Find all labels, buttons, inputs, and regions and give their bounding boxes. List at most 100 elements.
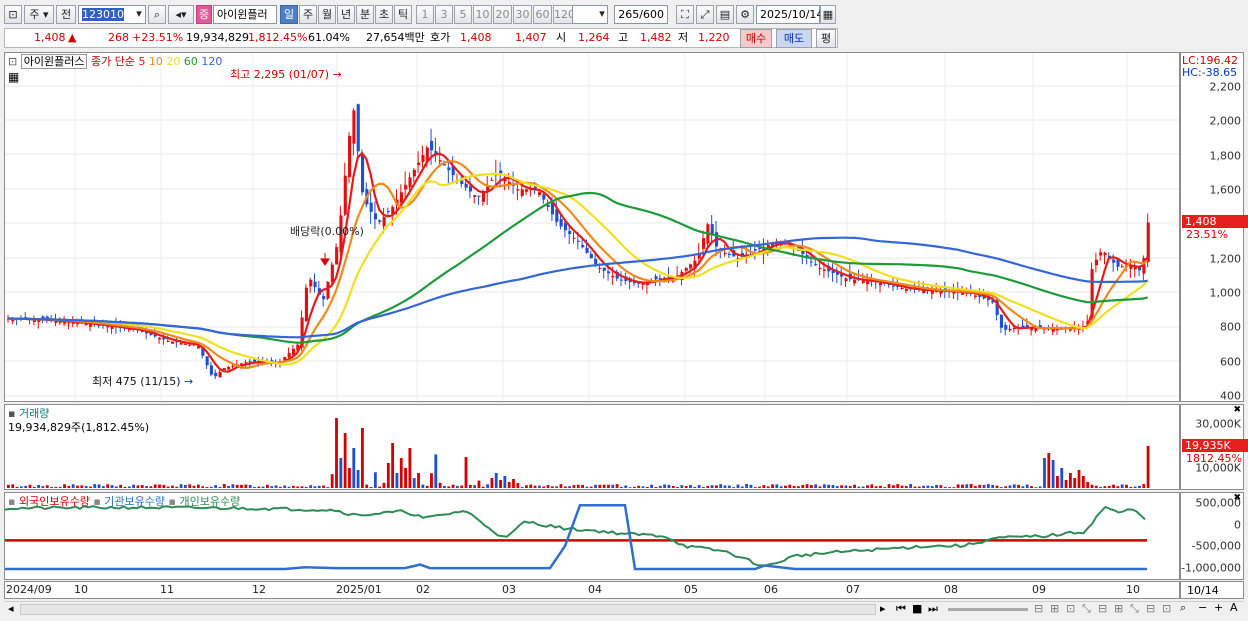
view-icon-8[interactable]: ⊟ (1146, 602, 1155, 615)
y-tick-label: 1,800 (1209, 149, 1242, 163)
volume-bar (50, 486, 53, 488)
price-chart-svg[interactable] (5, 53, 1179, 401)
candle-body (183, 343, 188, 345)
gear-icon[interactable]: ⚙ (736, 5, 754, 24)
x-axis-label: 10 (74, 583, 88, 596)
sell-button[interactable]: 매도 (776, 29, 812, 48)
interval-tab-60[interactable]: 60 (533, 5, 552, 24)
prev-button[interactable]: 전 (56, 5, 76, 24)
candle-body (348, 135, 352, 178)
period-tab-6[interactable]: 초 (375, 5, 393, 24)
interval-tab-20[interactable]: 20 (493, 5, 512, 24)
chart-menu-icon[interactable]: ⊡ (8, 55, 17, 68)
volume-bar (969, 484, 973, 488)
grid-toggle-icon[interactable]: ▦ (8, 70, 19, 84)
stop-icon[interactable]: ■ (912, 602, 922, 615)
price-chart-panel[interactable] (4, 52, 1180, 402)
interval-tab-5[interactable]: 5 (454, 5, 472, 24)
zoom-icon[interactable]: ⌕ (1180, 601, 1186, 615)
buy-button[interactable]: 매수 (740, 29, 772, 48)
save-icon[interactable]: ▤ (716, 5, 734, 24)
volume-chart-svg[interactable] (5, 405, 1179, 489)
volume-bar (563, 486, 567, 488)
volume-bar (602, 484, 606, 488)
speed-slider[interactable] (948, 608, 1028, 611)
volume-bar (1086, 482, 1090, 488)
candle-body (542, 194, 546, 200)
period-tab-5[interactable]: 분 (356, 5, 374, 24)
candle-body (309, 279, 313, 287)
volume-bar (589, 486, 593, 488)
date-input[interactable]: 2025/10/14 (756, 5, 823, 24)
volume-bar (153, 484, 157, 488)
view-icon-2[interactable]: ⊞ (1050, 602, 1059, 615)
change-value: 268 (108, 31, 129, 44)
interval-tab-1[interactable]: 1 (416, 5, 434, 24)
interval-tab-10[interactable]: 10 (473, 5, 492, 24)
period-tab-4[interactable]: 년 (337, 5, 355, 24)
volume-bar (162, 484, 166, 488)
volume-bar (248, 485, 252, 488)
code-dropdown-icon[interactable]: ▾ (132, 5, 146, 24)
horizontal-scrollbar[interactable] (20, 604, 876, 615)
volume-bar (175, 486, 179, 488)
fast-forward-icon[interactable]: ⏭ (928, 602, 938, 616)
period-select[interactable]: 주 ▾ (24, 5, 54, 24)
candle-body (620, 279, 624, 281)
rewind-icon[interactable]: ⏮ (896, 602, 906, 616)
candle-body (214, 372, 218, 377)
candle-body (378, 220, 382, 222)
interval-dropdown-icon[interactable]: ▾ (596, 5, 608, 24)
period-tab-7[interactable]: 틱 (394, 5, 412, 24)
zoom-out-icon[interactable]: − (1198, 601, 1207, 614)
search-icon[interactable]: ⌕ (148, 5, 166, 24)
view-icon-6[interactable]: ⊞ (1114, 602, 1123, 615)
view-icon-5[interactable]: ⊟ (1098, 602, 1107, 615)
candle-body (473, 195, 477, 198)
period-tab-2[interactable]: 주 (299, 5, 317, 24)
volume-bar (257, 486, 261, 488)
volume-bar (706, 485, 710, 488)
volume-bar (283, 485, 287, 488)
count-input[interactable]: 265/600 (614, 5, 668, 24)
window-menu-button[interactable]: ⊡ (4, 5, 22, 24)
volume-bar (460, 485, 464, 488)
view-icon-4[interactable]: ⤡ (1082, 602, 1091, 616)
y-tick-label: -500,000 (1191, 539, 1241, 553)
speaker-icon[interactable]: ◂▾ (168, 5, 194, 24)
volume-close-icon[interactable]: ✖ (1233, 405, 1241, 415)
view-icon-1[interactable]: ⊟ (1034, 602, 1043, 615)
view-icon-7[interactable]: ⤡ (1130, 602, 1139, 616)
zoom-in-icon[interactable]: + (1214, 601, 1223, 614)
scroll-right-icon[interactable]: ▸ (880, 602, 886, 615)
volume-panel[interactable] (4, 404, 1180, 490)
volume-bar (710, 485, 714, 488)
ma-legend-60: 60 (180, 55, 198, 68)
candle-body (891, 285, 896, 287)
volume-bar (343, 433, 347, 488)
chart-type-icon[interactable]: ⛶ (676, 5, 694, 24)
eval-button[interactable]: 평 (816, 29, 836, 48)
y-tick-label: 30,000K (1195, 417, 1241, 431)
calendar-icon[interactable]: ▦ (820, 5, 836, 24)
interval-tab-30[interactable]: 30 (513, 5, 532, 24)
volume-bar (89, 486, 92, 488)
holding-close-icon[interactable]: ✖ (1233, 493, 1241, 503)
stock-name-field[interactable]: 아이윈플러 (213, 5, 277, 24)
volume-bar (771, 484, 774, 488)
interval-tab-3[interactable]: 3 (435, 5, 453, 24)
view-icon-3[interactable]: ⊡ (1066, 602, 1075, 615)
font-size-icon[interactable]: A (1230, 601, 1238, 614)
period-tab-1[interactable]: 일 (280, 5, 298, 24)
draw-tool-icon[interactable]: ⤢ (696, 5, 714, 24)
scroll-left-icon[interactable]: ◂ (8, 602, 14, 615)
period-label: 주 (29, 8, 40, 21)
volume-bar (550, 486, 554, 488)
period-tab-3[interactable]: 월 (318, 5, 336, 24)
volume-bar (607, 484, 610, 488)
candle-body (464, 183, 468, 188)
view-icon-9[interactable]: ⊡ (1162, 602, 1171, 615)
volume-bar (848, 486, 852, 488)
volume-bar (822, 484, 826, 488)
volume-bar (797, 486, 800, 488)
